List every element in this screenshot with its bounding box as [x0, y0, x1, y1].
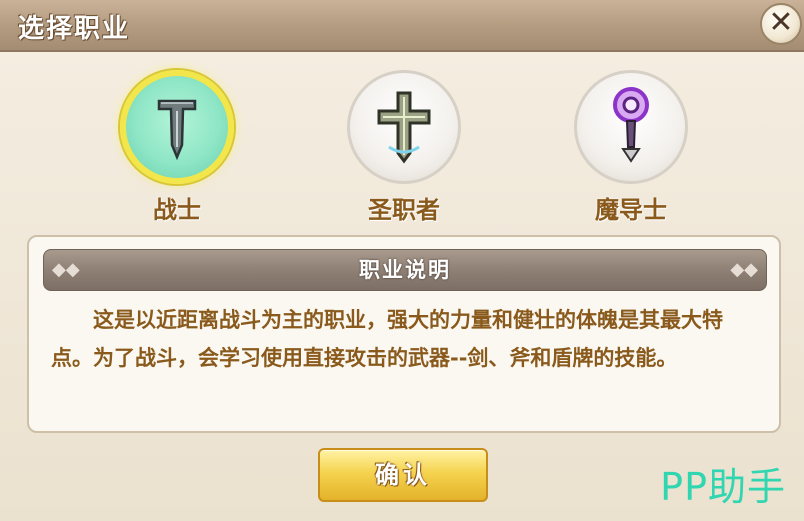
close-icon: ✕ [768, 5, 794, 40]
confirm-label: 确认 [375, 461, 431, 489]
close-button[interactable]: ✕ [760, 3, 802, 45]
holy-cross-icon [377, 91, 431, 164]
title-bar: 选择职业 ✕ [0, 0, 804, 52]
class-icon-frame [347, 70, 461, 184]
class-option-mage[interactable]: 魔导士 [569, 70, 693, 225]
class-name: 战士 [153, 196, 201, 224]
watermark: PP助手 [660, 465, 786, 509]
sword-icon [157, 99, 197, 161]
class-description-box: ◆◆ 职业说明 ◆◆ 这是以近距离战斗为主的职业，强大的力量和健壮的体魄是其最大… [27, 235, 781, 433]
class-icon-frame [120, 70, 234, 184]
description-header: ◆◆ 职业说明 ◆◆ [43, 249, 767, 291]
class-icon-frame [574, 70, 688, 184]
description-header-title: 职业说明 [359, 258, 451, 282]
class-option-warrior[interactable]: 战士 [115, 70, 239, 225]
magic-staff-icon [613, 87, 649, 163]
class-name: 魔导士 [595, 196, 667, 224]
class-option-cleric[interactable]: 圣职者 [342, 70, 466, 225]
window-title: 选择职业 [18, 14, 131, 44]
right-ornament-icon: ◆◆ [730, 259, 758, 280]
confirm-button[interactable]: 确认 [318, 448, 488, 502]
class-name: 圣职者 [368, 196, 440, 224]
description-text: 这是以近距离战斗为主的职业，强大的力量和健壮的体魄是其最大特点。为了战斗，会学习… [51, 308, 723, 370]
